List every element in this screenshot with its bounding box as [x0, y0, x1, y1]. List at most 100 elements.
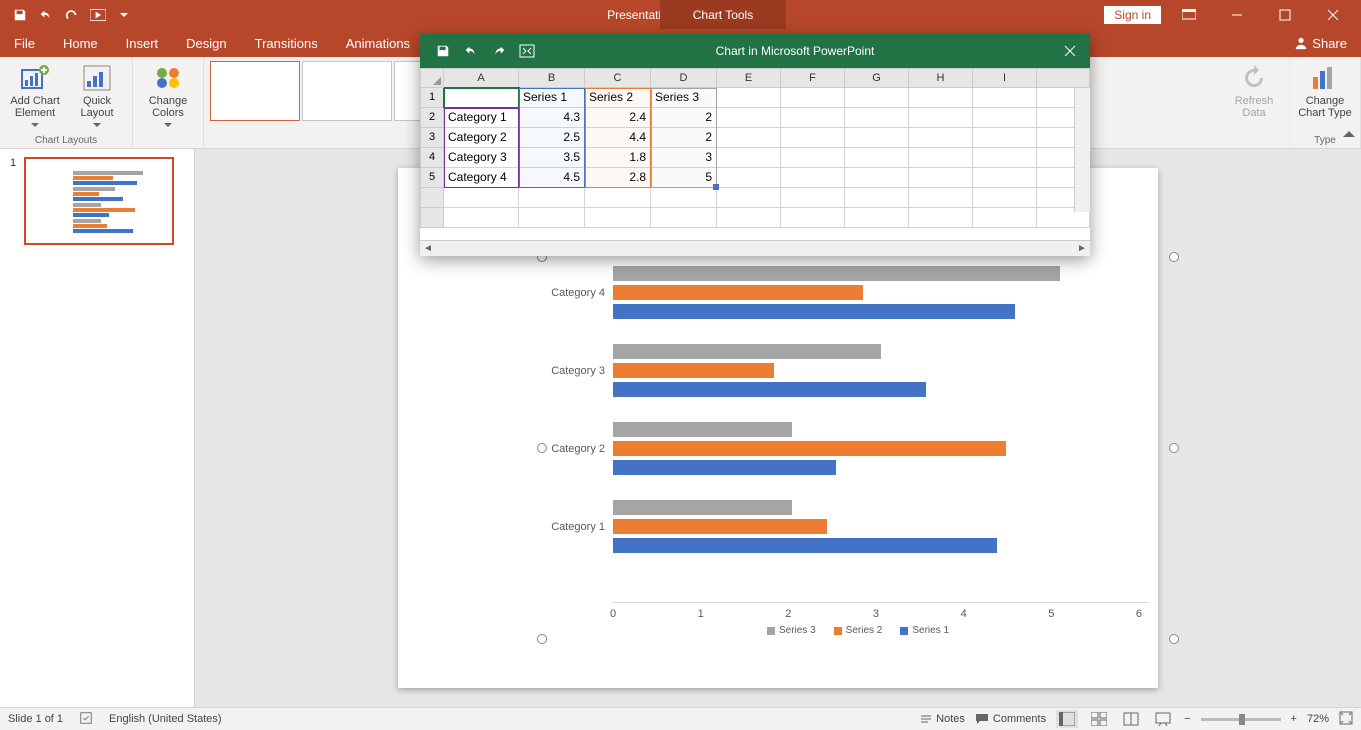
cell-b5[interactable]: 4.5 [519, 168, 585, 188]
cell-d5[interactable]: 5 [651, 168, 717, 188]
zoom-out-icon[interactable]: − [1184, 713, 1190, 725]
excel-undo-icon[interactable] [458, 38, 484, 64]
undo-icon[interactable] [34, 3, 58, 27]
excel-hscrollbar[interactable]: ◄ ► [420, 240, 1090, 256]
bar-series3[interactable] [613, 344, 881, 359]
qat-more-icon[interactable] [112, 3, 136, 27]
col-header-b[interactable]: B [519, 68, 585, 88]
cell-b4[interactable]: 3.5 [519, 148, 585, 168]
maximize-icon[interactable] [1265, 0, 1305, 29]
hscroll-left-icon[interactable]: ◄ [420, 243, 436, 254]
chart-style-2[interactable] [302, 61, 392, 121]
bar-series3[interactable] [613, 500, 792, 515]
change-colors-button[interactable]: Change Colors [139, 61, 197, 131]
cell-a2[interactable]: Category 1 [444, 108, 519, 128]
excel-grid[interactable]: A B C D E F G H I 1 Series 1 Series 2 Se… [420, 68, 1090, 228]
fit-to-window-icon[interactable] [1339, 711, 1353, 728]
bar-series2[interactable] [613, 519, 827, 534]
minimize-icon[interactable] [1217, 0, 1257, 29]
slide-thumbnail-1[interactable] [24, 157, 174, 245]
col-header-e[interactable]: E [717, 68, 781, 88]
tab-animations[interactable]: Animations [332, 29, 424, 57]
tab-transitions[interactable]: Transitions [241, 29, 332, 57]
start-from-beginning-icon[interactable] [86, 3, 110, 27]
bar-series2[interactable] [613, 363, 774, 378]
cell-c2[interactable]: 2.4 [585, 108, 651, 128]
cell-b1[interactable]: Series 1 [519, 88, 585, 108]
save-icon[interactable] [8, 3, 32, 27]
col-header-f[interactable]: F [781, 68, 845, 88]
zoom-slider[interactable] [1201, 718, 1281, 721]
cell-c5[interactable]: 2.8 [585, 168, 651, 188]
col-header-g[interactable]: G [845, 68, 909, 88]
hscroll-right-icon[interactable]: ► [1074, 243, 1090, 254]
cell-a1[interactable] [444, 88, 519, 108]
cell-d2[interactable]: 2 [651, 108, 717, 128]
col-header-d[interactable]: D [651, 68, 717, 88]
share-button[interactable]: Share [1280, 29, 1361, 57]
col-header-i[interactable]: I [973, 68, 1037, 88]
cell-d4[interactable]: 3 [651, 148, 717, 168]
col-header-c[interactable]: C [585, 68, 651, 88]
tab-insert[interactable]: Insert [112, 29, 173, 57]
signin-button[interactable]: Sign in [1104, 6, 1161, 24]
bar-series1[interactable] [613, 382, 926, 397]
cell-a3[interactable]: Category 2 [444, 128, 519, 148]
reading-view-icon[interactable] [1120, 710, 1142, 728]
cell-b3[interactable]: 2.5 [519, 128, 585, 148]
chart-legend[interactable]: Series 3Series 2Series 1 [543, 625, 1173, 636]
change-chart-type-button[interactable]: Change Chart Type [1296, 61, 1354, 119]
zoom-in-icon[interactable]: + [1291, 713, 1297, 725]
normal-view-icon[interactable] [1056, 710, 1078, 728]
cell-a5[interactable]: Category 4 [444, 168, 519, 188]
row-header-5[interactable]: 5 [420, 168, 444, 188]
tab-design[interactable]: Design [172, 29, 240, 57]
excel-close-icon[interactable] [1050, 34, 1090, 68]
excel-vscrollbar[interactable] [1074, 88, 1090, 212]
close-icon[interactable] [1313, 0, 1353, 29]
language-status[interactable]: English (United States) [109, 713, 222, 725]
cell-c4[interactable]: 1.8 [585, 148, 651, 168]
quick-layout-button[interactable]: Quick Layout [68, 61, 126, 131]
slide-sorter-view-icon[interactable] [1088, 710, 1110, 728]
redo-icon[interactable] [60, 3, 84, 27]
cell-a4[interactable]: Category 3 [444, 148, 519, 168]
notes-button[interactable]: Notes [920, 713, 965, 725]
tab-file[interactable]: File [0, 29, 49, 57]
zoom-level[interactable]: 72% [1307, 713, 1329, 725]
bar-series2[interactable] [613, 285, 863, 300]
row-header-1[interactable]: 1 [420, 88, 444, 108]
cell-d3[interactable]: 2 [651, 128, 717, 148]
chart-object[interactable]: Category 4Category 3Category 2Category 1… [543, 258, 1173, 638]
row-header-3[interactable]: 3 [420, 128, 444, 148]
bar-series2[interactable] [613, 441, 1006, 456]
col-header-a[interactable]: A [444, 68, 519, 88]
cell-c1[interactable]: Series 2 [585, 88, 651, 108]
excel-redo-icon[interactable] [486, 38, 512, 64]
add-chart-element-button[interactable]: Add Chart Element [6, 61, 64, 131]
chart-style-1[interactable] [210, 61, 300, 121]
spellcheck-icon[interactable] [79, 711, 93, 728]
bar-series3[interactable] [613, 422, 792, 437]
cell-d1[interactable]: Series 3 [651, 88, 717, 108]
collapse-ribbon-icon[interactable] [1343, 126, 1355, 144]
bar-series1[interactable] [613, 304, 1015, 319]
chart-plot-area[interactable]: Category 4Category 3Category 2Category 1… [543, 258, 1173, 638]
excel-save-icon[interactable] [430, 38, 456, 64]
edit-in-excel-icon[interactable] [514, 38, 540, 64]
col-header-h[interactable]: H [909, 68, 973, 88]
tab-home[interactable]: Home [49, 29, 112, 57]
comments-button[interactable]: Comments [975, 713, 1046, 725]
row-header-2[interactable]: 2 [420, 108, 444, 128]
cell-c3[interactable]: 4.4 [585, 128, 651, 148]
bar-series1[interactable] [613, 538, 997, 553]
row-header-4[interactable]: 4 [420, 148, 444, 168]
legend-item[interactable]: Series 3 [767, 625, 816, 636]
slideshow-view-icon[interactable] [1152, 710, 1174, 728]
cell-b2[interactable]: 4.3 [519, 108, 585, 128]
bar-series1[interactable] [613, 460, 836, 475]
ribbon-display-options-icon[interactable] [1169, 0, 1209, 29]
legend-item[interactable]: Series 1 [900, 625, 949, 636]
bar-series3[interactable] [613, 266, 1060, 281]
select-all-corner[interactable] [420, 68, 444, 88]
